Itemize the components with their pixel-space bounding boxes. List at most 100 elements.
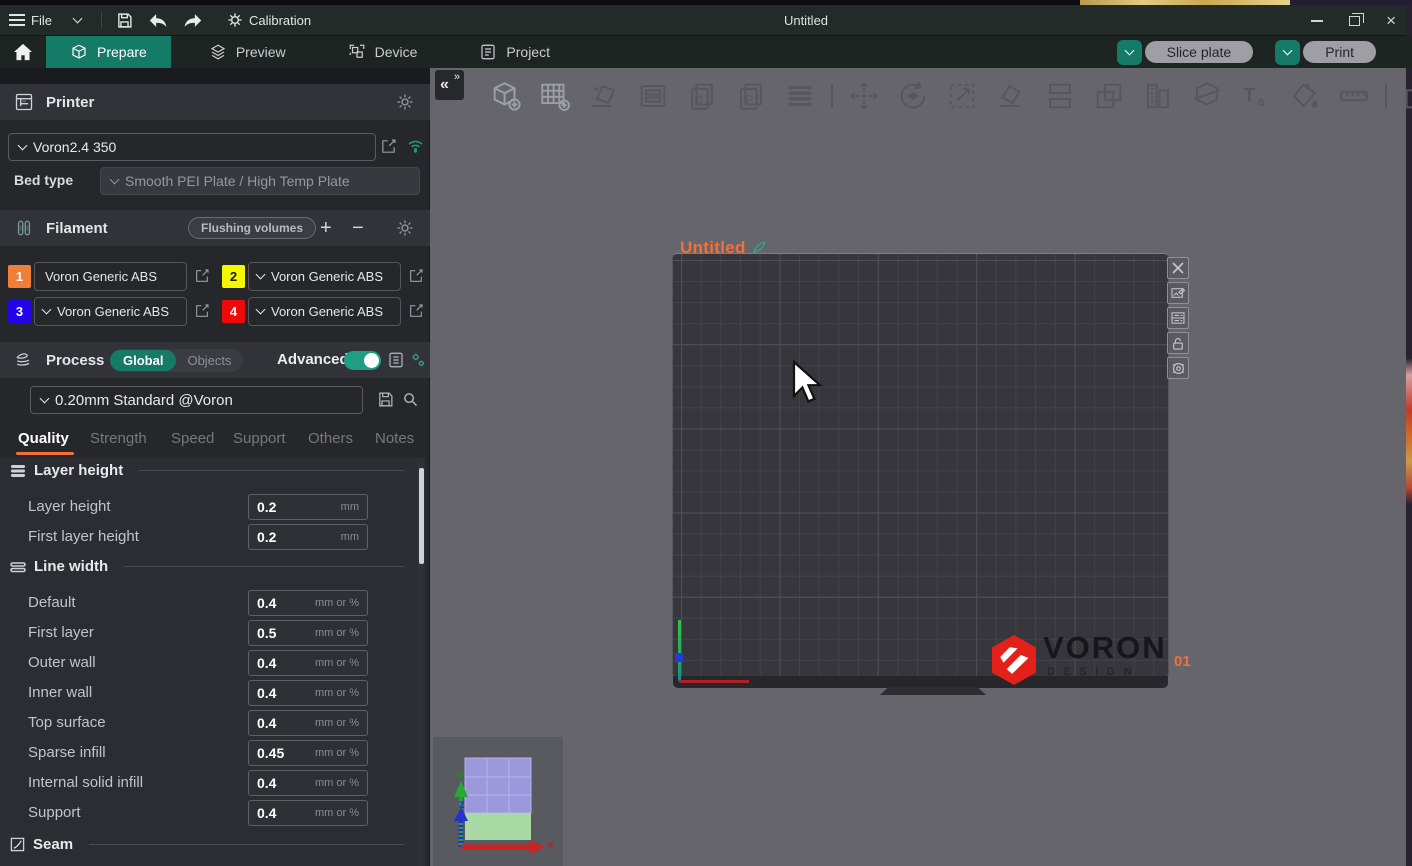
edit-filament-4-button[interactable] [408, 303, 424, 319]
filament-1-select[interactable]: Voron Generic ABS [34, 262, 187, 291]
search-icon [402, 391, 419, 408]
printer-preset-select[interactable]: Voron2.4 350 [8, 133, 376, 161]
filament-settings-button[interactable] [396, 219, 414, 237]
filament-3-badge[interactable]: 3 [8, 300, 31, 323]
copy-button[interactable]: 0 [684, 78, 720, 114]
plate-settings-button[interactable] [1167, 282, 1189, 304]
file-menu[interactable]: File [0, 5, 61, 35]
filament-3-select[interactable]: Voron Generic ABS [34, 297, 187, 326]
line-width-first-layer-input[interactable]: 0.5 mm or % [248, 620, 368, 646]
slice-options-button[interactable] [1117, 40, 1142, 65]
scope-global-button[interactable]: Global [110, 350, 176, 371]
svg-text:0: 0 [696, 94, 702, 106]
plate-camera-button[interactable] [1167, 357, 1189, 379]
print-button[interactable]: Print [1303, 41, 1376, 63]
save-preset-button[interactable] [377, 391, 394, 408]
sidebar-collapse-button[interactable]: » « [435, 70, 464, 100]
paste-icon: P [734, 79, 768, 113]
bed-type-label: Bed type [14, 172, 73, 188]
redo-button[interactable] [176, 5, 210, 35]
lock-plate-button[interactable] [1167, 332, 1189, 354]
printer-settings-button[interactable] [396, 93, 414, 111]
tab-project[interactable]: Project [455, 36, 574, 68]
tab-prepare[interactable]: Prepare [46, 36, 171, 68]
remove-filament-button[interactable]: − [352, 217, 364, 240]
filament-4-select[interactable]: Voron Generic ABS [248, 297, 401, 326]
process-tab-notes[interactable]: Notes [375, 430, 414, 447]
gizmo-plate-back [465, 758, 531, 813]
parameter-table-button[interactable] [387, 351, 405, 369]
parameter-settings-button[interactable] [409, 351, 427, 369]
line-width-top-surface-input[interactable]: 0.4 mm or % [248, 710, 368, 736]
calibration-menu[interactable]: Calibration [218, 5, 320, 35]
rotate-button[interactable] [895, 78, 931, 114]
tab-preview[interactable]: Preview [185, 36, 310, 68]
bed-type-select[interactable]: Smooth PEI Plate / High Temp Plate [100, 167, 420, 195]
wifi-icon[interactable] [407, 138, 424, 153]
print-options-button[interactable] [1275, 40, 1300, 65]
setting-unit: mm [341, 501, 359, 513]
scope-objects-button[interactable]: Objects [176, 350, 242, 371]
process-preset-select[interactable]: 0.20mm Standard @Voron [30, 386, 363, 414]
line-width-inner-wall-input[interactable]: 0.4 mm or % [248, 680, 368, 706]
search-preset-button[interactable] [402, 391, 419, 408]
paste-button[interactable]: P [733, 78, 769, 114]
advanced-toggle[interactable] [344, 351, 381, 370]
add-plate-button[interactable] [537, 78, 573, 114]
world-gizmo-panel[interactable]: y z x [433, 737, 563, 866]
process-tab-strength[interactable]: Strength [90, 430, 147, 447]
line-width-outer-wall-input[interactable]: 0.4 mm or % [248, 650, 368, 676]
filament-4-badge[interactable]: 4 [222, 300, 245, 323]
slice-plate-button[interactable]: Slice plate [1145, 41, 1254, 63]
undo-button[interactable] [142, 5, 176, 35]
home-button[interactable] [0, 36, 46, 68]
line-width-default-input[interactable]: 0.4 mm or % [248, 590, 368, 616]
assembly-view-button[interactable] [1400, 78, 1412, 114]
menu-expand-button[interactable] [61, 5, 95, 35]
line-width-internal-solid-infill-input[interactable]: 0.4 mm or % [248, 770, 368, 796]
split-to-objects-button[interactable] [1042, 78, 1078, 114]
params-icon [409, 351, 427, 369]
variable-layer-height-button[interactable] [782, 78, 818, 114]
color-fill-button[interactable] [1140, 78, 1176, 114]
split-to-parts-button[interactable] [1091, 78, 1127, 114]
layer-height-input[interactable]: 0.2 mm [248, 494, 368, 520]
paint-button[interactable] [1287, 78, 1323, 114]
plate-name-button[interactable] [1167, 307, 1189, 329]
delete-plate-button[interactable] [1167, 257, 1189, 279]
add-text-button[interactable]: Ta [1238, 78, 1274, 114]
edit-filament-2-button[interactable] [408, 268, 424, 284]
line-width-support-input[interactable]: 0.4 mm or % [248, 800, 368, 826]
process-tab-quality[interactable]: Quality [18, 430, 69, 447]
scale-button[interactable] [944, 78, 980, 114]
process-tab-speed[interactable]: Speed [171, 430, 214, 447]
tab-device[interactable]: Device [324, 36, 442, 68]
process-tab-others[interactable]: Others [308, 430, 353, 447]
edit-printer-button[interactable] [380, 138, 397, 155]
close-button[interactable]: × [1386, 12, 1396, 29]
setting-value: 0.4 [257, 595, 276, 611]
flushing-volumes-button[interactable]: Flushing volumes [188, 217, 316, 239]
setting-label: Top surface [28, 714, 106, 731]
filament-2-select[interactable]: Voron Generic ABS [248, 262, 401, 291]
filament-2-badge[interactable]: 2 [222, 265, 245, 288]
restore-button[interactable] [1349, 16, 1360, 26]
filament-1-badge[interactable]: 1 [8, 265, 31, 288]
move-button[interactable] [846, 78, 882, 114]
minimize-button[interactable] [1311, 20, 1323, 22]
edit-filament-3-button[interactable] [194, 303, 210, 319]
process-tab-support[interactable]: Support [233, 430, 286, 447]
cut-button[interactable] [1189, 78, 1225, 114]
lay-on-face-button[interactable] [993, 78, 1029, 114]
arrange-button[interactable] [635, 78, 671, 114]
add-object-button[interactable] [488, 78, 524, 114]
sidebar-scrollbar-thumb[interactable] [419, 468, 424, 564]
first-layer-height-input[interactable]: 0.2 mm [248, 524, 368, 550]
line-width-sparse-infill-input[interactable]: 0.45 mm or % [248, 740, 368, 766]
auto-orient-button[interactable] [586, 78, 622, 114]
edit-filament-1-button[interactable] [194, 268, 210, 284]
build-plate[interactable] [672, 253, 1169, 678]
add-filament-button[interactable]: + [320, 217, 332, 240]
measure-button[interactable] [1336, 78, 1372, 114]
save-button[interactable] [108, 5, 142, 35]
